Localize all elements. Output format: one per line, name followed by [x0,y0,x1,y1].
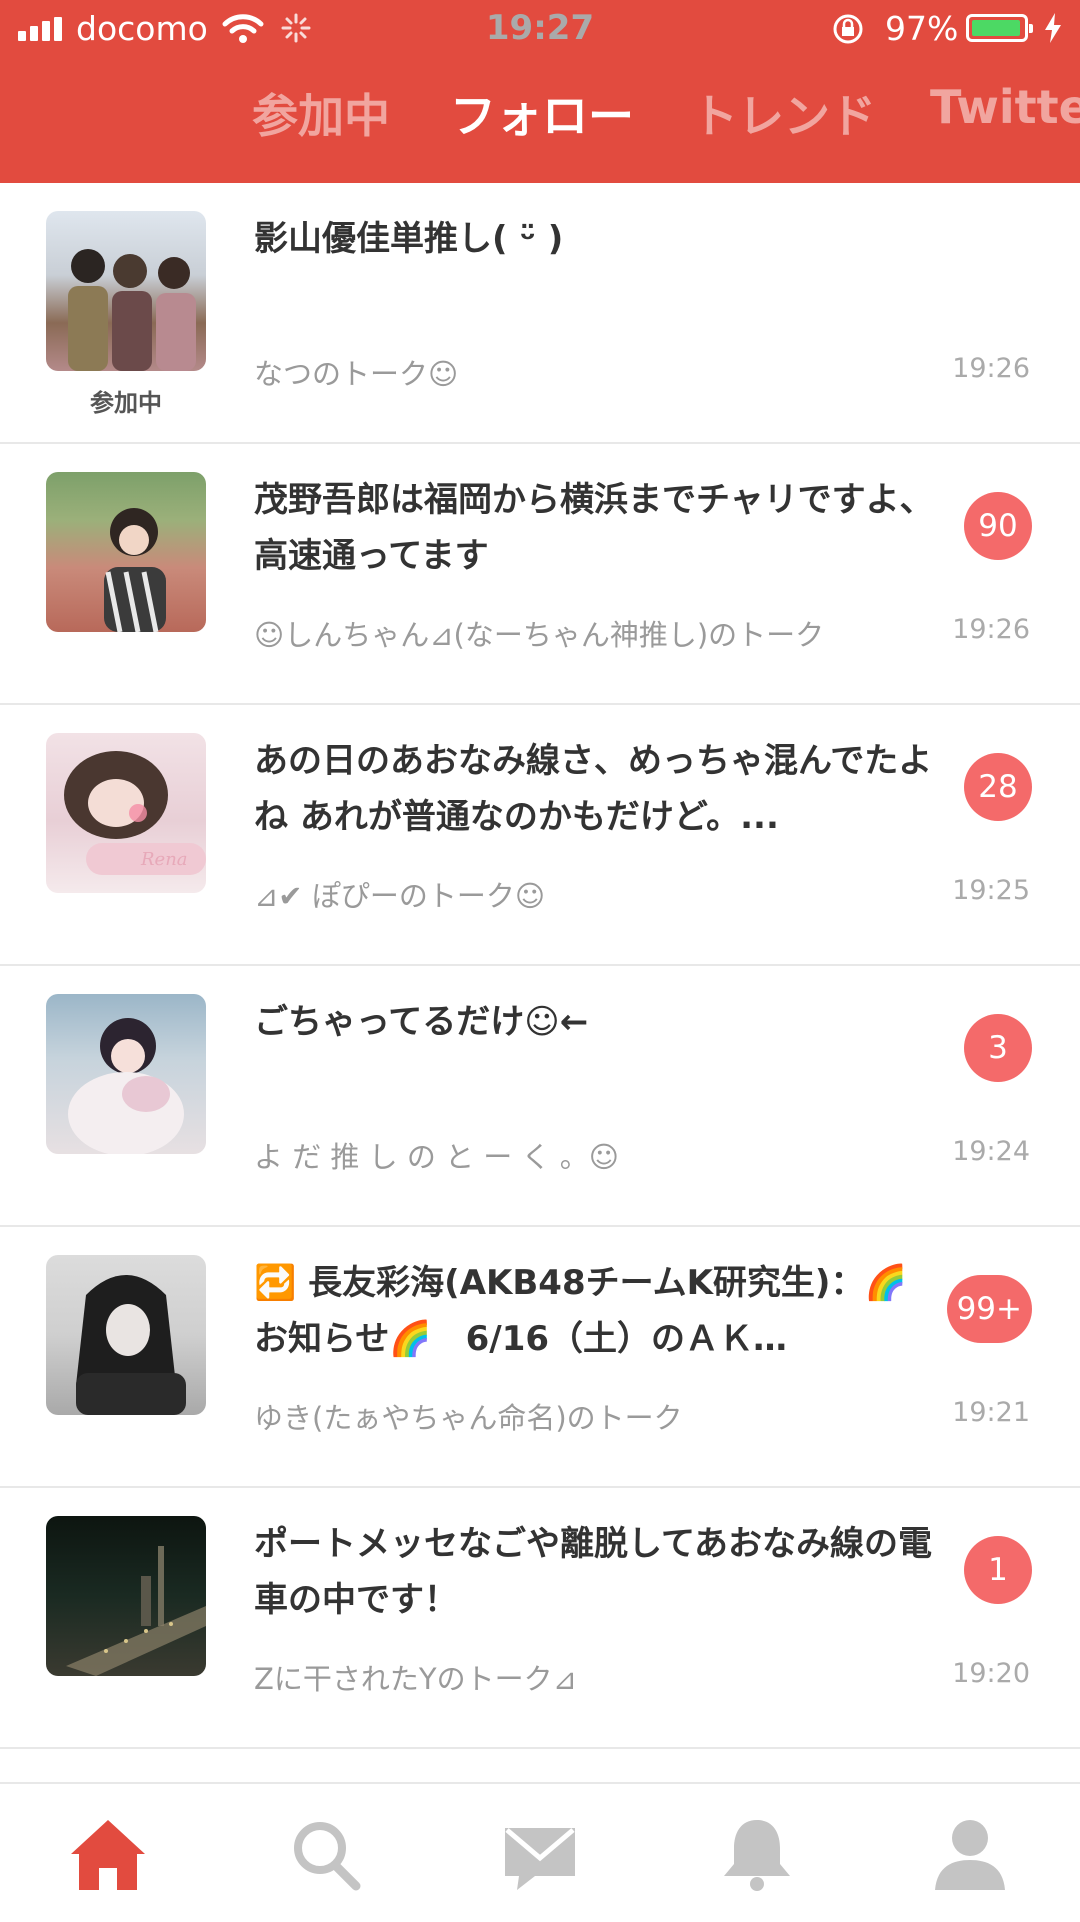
talk-owner: Zに干されたYのトーク⊿ [254,1662,577,1696]
talk-thumbnail [46,1516,206,1676]
mail-icon[interactable] [495,1814,585,1894]
talk-row[interactable]: 参加中 影山優佳単推し( ᵕ̈ ) なつのトーク☺ 19:26 [0,183,1080,444]
talk-time: 19:26 [952,353,1030,384]
talk-row[interactable]: 🔁 長友彩海(AKB48チームK研究生)：🌈お知らせ🌈 6/16（土）のＡＫ… … [0,1227,1080,1488]
talk-row[interactable]: ポートメッセなごや離脱してあおなみ線の電車の中です！ Zに干されたYのトーク⊿ … [0,1488,1080,1749]
talk-owner: ゆき(たぁやちゃん命名)のトーク [254,1401,683,1435]
tab-follow[interactable]: フォロー [450,80,634,146]
talk-title: 影山優佳単推し( ᵕ̈ ) [254,219,564,259]
home-icon[interactable] [63,1814,153,1894]
tab-twitter[interactable]: Twitte [930,80,1080,134]
tab-trend[interactable]: トレンド [692,80,876,146]
charging-bolt-icon [1042,12,1064,52]
app-header: docomo 19:27 97% 参加中 フォロー トレンド Twitte [0,0,1080,183]
joined-label: 参加中 [90,389,162,417]
talk-row[interactable]: Rena あの日のあおなみ線さ、めっちゃ混んでたよね あれが普通なのかもだけど。… [0,705,1080,966]
talk-thumbnail [46,1255,206,1415]
category-tabs: 参加中 フォロー トレンド Twitte [0,80,1080,160]
talk-owner: ⊿✔ ぽぴーのトーク☺ [254,879,546,913]
talk-owner: なつのトーク☺ [254,357,459,391]
talk-thumbnail [46,211,206,371]
talk-title: あの日のあおなみ線さ、めっちゃ混んでたよね あれが普通なのかもだけど。... [254,741,933,837]
talk-time: 19:24 [952,1136,1030,1167]
search-icon[interactable] [282,1814,372,1894]
talk-time: 19:21 [952,1397,1030,1428]
tab-joined[interactable]: 参加中 [252,80,390,146]
talk-title: ポートメッセなごや離脱してあおなみ線の電車の中です！ [254,1524,932,1620]
unread-badge: 99+ [946,1275,1032,1343]
talk-title: 🔁 長友彩海(AKB48チームK研究生)：🌈お知らせ🌈 6/16（土）のＡＫ… [254,1263,907,1359]
battery-percent: 97% [885,9,959,48]
svg-text:Rena: Rena [140,849,188,870]
talk-thumbnail [46,472,206,632]
talk-title: ごちゃってるだけ☺← [254,1002,589,1042]
talk-row[interactable]: ごちゃってるだけ☺← よ だ 推 し の と ー く 。☺ 19:24 3 [0,966,1080,1227]
talk-owner: よ だ 推 し の と ー く 。☺ [254,1140,619,1174]
talk-time: 19:26 [952,614,1030,645]
profile-icon[interactable] [925,1814,1015,1894]
unread-badge: 1 [964,1536,1032,1604]
talk-title: 茂野吾郎は福岡から横浜までチャリですよ、高速通ってます [254,480,934,576]
talk-row[interactable]: 茂野吾郎は福岡から横浜までチャリですよ、高速通ってます ☺しんちゃん⊿(なーちゃ… [0,444,1080,705]
talk-thumbnail: Rena [46,733,206,893]
talk-time: 19:20 [952,1658,1030,1689]
battery-icon [966,14,1033,42]
bottom-tab-bar [0,1782,1080,1922]
talk-time: 19:25 [952,875,1030,906]
talk-thumbnail [46,994,206,1154]
status-bar: docomo 19:27 97% [0,0,1080,58]
unread-badge: 28 [964,753,1032,821]
unread-badge: 3 [964,1014,1032,1082]
bell-icon[interactable] [712,1814,802,1894]
rotation-lock-icon [830,11,866,55]
talk-owner: ☺しんちゃん⊿(なーちゃん神推し)のトーク [254,618,825,652]
unread-badge: 90 [964,492,1032,560]
